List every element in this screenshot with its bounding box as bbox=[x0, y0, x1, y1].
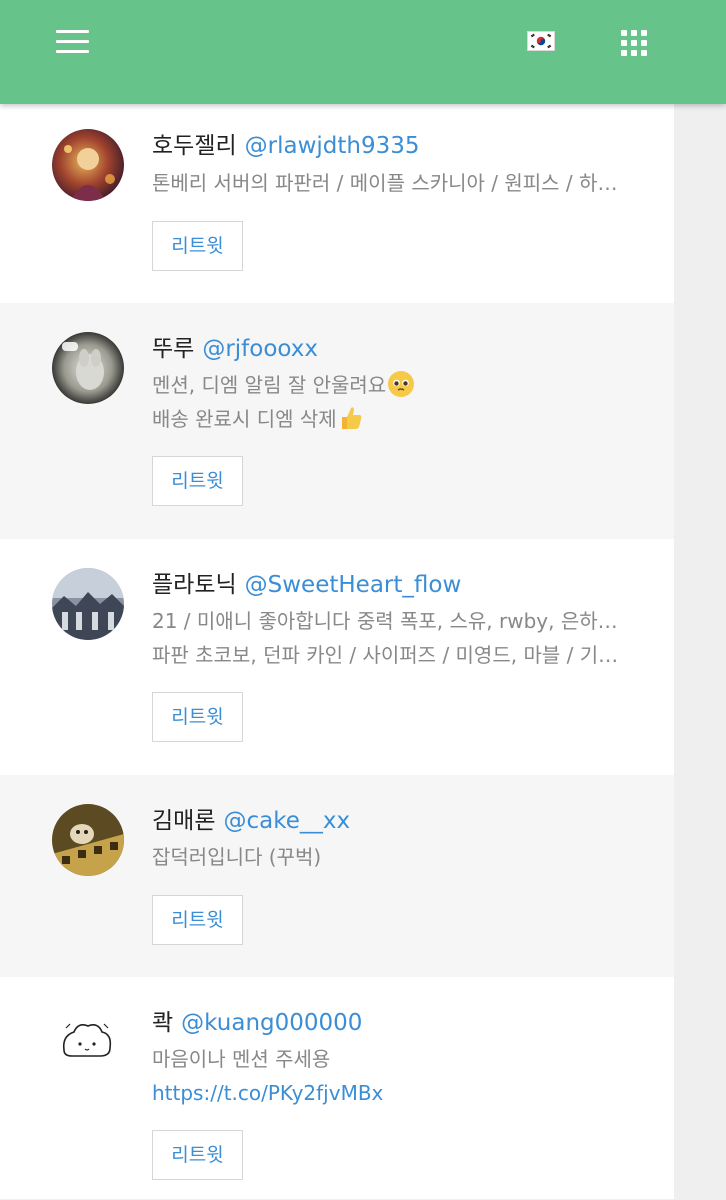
retweet-button[interactable]: 리트윗 bbox=[152, 221, 243, 271]
user-bio: 마음이나 멘션 주세용 bbox=[152, 1047, 331, 1071]
user-info: 호두젤리 @rlawjdth9335 톤베리 서버의 파판러 / 메이플 스카니아… bbox=[152, 131, 632, 200]
avatar[interactable] bbox=[52, 804, 124, 876]
user-name: 뚜루 bbox=[152, 336, 195, 362]
retweet-button[interactable]: 리트윗 bbox=[152, 1130, 243, 1180]
user-name: 플라토닉 bbox=[152, 572, 237, 598]
user-bio: 잡덕러입니다 (꾸벅) bbox=[152, 845, 322, 869]
top-app-bar bbox=[0, 0, 726, 104]
apps-grid-icon[interactable] bbox=[621, 30, 647, 56]
retweet-button[interactable]: 리트윗 bbox=[152, 692, 243, 742]
user-bio-text: 멘션, 디엠 알림 잘 안울려요 bbox=[152, 373, 387, 397]
user-name-line: 콱 @kuang000000 bbox=[152, 1008, 632, 1038]
user-handle[interactable]: @kuang000000 bbox=[181, 1010, 362, 1036]
user-name-line: 김매론 @cake__xx bbox=[152, 806, 632, 836]
list-item: 플라토닉 @SweetHeart_flow 21 / 미애니 좋아합니다 중력 폭… bbox=[0, 539, 674, 775]
retweet-button[interactable]: 리트윗 bbox=[152, 456, 243, 506]
list-item: 콱 @kuang000000 마음이나 멘션 주세용 https://t.co/P… bbox=[0, 977, 674, 1199]
user-name-line: 호두젤리 @rlawjdth9335 bbox=[152, 131, 632, 161]
thumbs-up-emoji-icon bbox=[339, 405, 363, 431]
user-bio-line-2: 파판 초코보, 던파 카인 / 사이퍼즈 / 미영드, 마블 / 기타 잡덕 bbox=[152, 643, 622, 667]
list-item: 호두젤리 @rlawjdth9335 톤베리 서버의 파판러 / 메이플 스카니아… bbox=[0, 104, 674, 303]
user-info: 뚜루 @rjfoooxx 멘션, 디엠 알림 잘 안울려요 배송 완료시 디엠 삭… bbox=[152, 334, 632, 436]
user-bio-link[interactable]: https://t.co/PKy2fjvMBx bbox=[152, 1081, 383, 1105]
avatar[interactable] bbox=[52, 332, 124, 404]
user-bio-link-line: https://t.co/PKy2fjvMBx bbox=[152, 1076, 622, 1110]
pleading-face-emoji-icon bbox=[388, 371, 415, 397]
user-handle[interactable]: @SweetHeart_flow bbox=[245, 572, 462, 598]
user-name-line: 플라토닉 @SweetHeart_flow bbox=[152, 570, 632, 600]
user-bio-line-1: 21 / 미애니 좋아합니다 중력 폭포, 스유, rwby, 은하철도 bbox=[152, 609, 622, 633]
user-handle[interactable]: @rjfoooxx bbox=[202, 336, 318, 362]
user-bio-line-2: 배송 완료시 디엠 삭제 bbox=[152, 402, 622, 436]
user-info: 콱 @kuang000000 마음이나 멘션 주세용 https://t.co/P… bbox=[152, 1008, 632, 1110]
user-name: 호두젤리 bbox=[152, 133, 237, 159]
retweet-button[interactable]: 리트윗 bbox=[152, 895, 243, 945]
avatar[interactable] bbox=[52, 129, 124, 201]
right-gutter bbox=[674, 0, 726, 1200]
user-info: 플라토닉 @SweetHeart_flow 21 / 미애니 좋아합니다 중력 폭… bbox=[152, 570, 632, 672]
user-bio-line-1: 멘션, 디엠 알림 잘 안울려요 bbox=[152, 368, 622, 402]
south-korea-flag-icon[interactable] bbox=[527, 31, 555, 51]
user-bio: 톤베리 서버의 파판러 / 메이플 스카니아 / 원피스 / 하이큐 / 그 외… bbox=[152, 171, 622, 195]
user-handle[interactable]: @cake__xx bbox=[223, 808, 350, 834]
user-name-line: 뚜루 @rjfoooxx bbox=[152, 334, 632, 364]
user-name: 김매론 bbox=[152, 808, 216, 834]
user-info: 김매론 @cake__xx 잡덕러입니다 (꾸벅) bbox=[152, 806, 632, 874]
list-item: 김매론 @cake__xx 잡덕러입니다 (꾸벅) 리트윗 bbox=[0, 775, 674, 977]
user-bio-text: 배송 완료시 디엠 삭제 bbox=[152, 407, 337, 431]
user-name: 콱 bbox=[152, 1010, 174, 1036]
list-item: 뚜루 @rjfoooxx 멘션, 디엠 알림 잘 안울려요 배송 완료시 디엠 삭… bbox=[0, 303, 674, 539]
avatar[interactable] bbox=[52, 568, 124, 640]
avatar[interactable] bbox=[52, 1006, 124, 1078]
user-handle[interactable]: @rlawjdth9335 bbox=[245, 133, 420, 159]
user-list: 호두젤리 @rlawjdth9335 톤베리 서버의 파판러 / 메이플 스카니아… bbox=[0, 104, 674, 1199]
hamburger-menu-icon[interactable] bbox=[56, 30, 90, 54]
